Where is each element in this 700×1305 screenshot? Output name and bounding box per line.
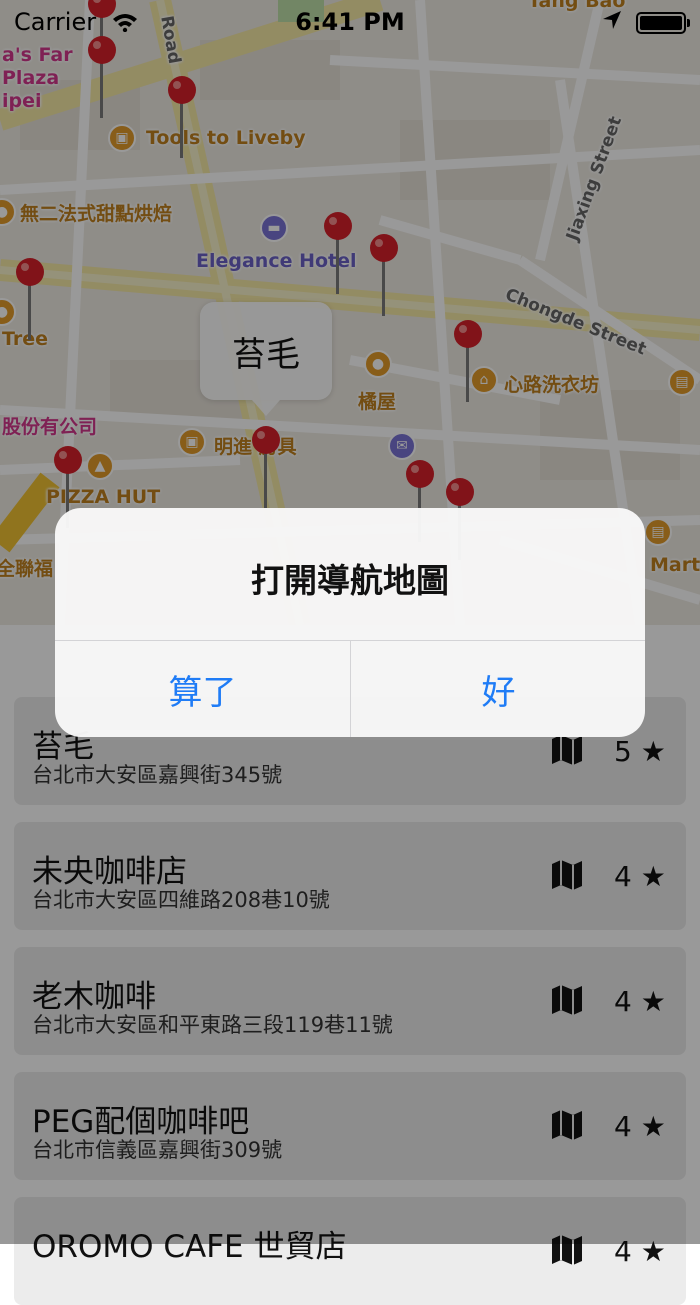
alert-dialog: 打開導航地圖 算了 好 (55, 508, 645, 737)
cancel-button[interactable]: 算了 (55, 641, 350, 737)
ok-button[interactable]: 好 (351, 641, 645, 737)
alert-title: 打開導航地圖 (251, 561, 449, 600)
